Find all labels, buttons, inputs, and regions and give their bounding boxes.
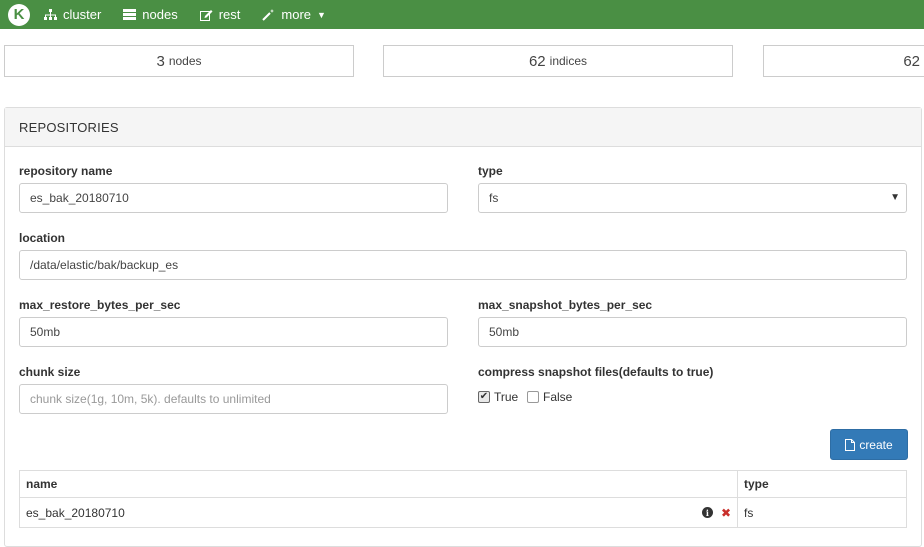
info-icon[interactable]: i — [701, 507, 713, 518]
stat-indices-value: 62 — [528, 52, 546, 70]
server-icon — [123, 9, 137, 20]
nav-more[interactable]: more ▼ — [262, 7, 326, 22]
table-row: es_bak_20180710 i ✖ fs — [19, 497, 907, 528]
location-input[interactable]: /data/elastic/bak/backup_es — [19, 250, 907, 280]
nav-rest-label: rest — [218, 7, 241, 22]
compress-false-option[interactable]: False — [527, 390, 572, 404]
stat-indices-unit: indices — [549, 54, 588, 68]
repositories-table: name type es_bak_20180710 i ✖ fs — [19, 470, 907, 528]
repo-name-input[interactable]: es_bak_20180710 — [19, 183, 448, 213]
checkbox-unchecked-icon[interactable] — [527, 391, 539, 403]
edit-icon — [199, 9, 213, 21]
nav-nodes[interactable]: nodes — [123, 7, 178, 22]
stat-indices: 62 indices — [383, 45, 733, 77]
repo-name-text: es_bak_20180710 — [26, 505, 125, 520]
select-arrow-icon: ▼ — [890, 192, 900, 203]
create-button[interactable]: create — [830, 429, 908, 460]
nav-cluster-label: cluster — [63, 7, 102, 22]
panel-title: REPOSITORIES — [5, 108, 921, 147]
checkbox-checked-icon[interactable]: ✔ — [478, 391, 490, 403]
compress-label: compress snapshot files(defaults to true… — [478, 365, 714, 379]
column-header-name[interactable]: name — [19, 470, 738, 498]
chunk-size-label: chunk size — [19, 365, 81, 379]
stat-nodes: 3 nodes — [4, 45, 354, 77]
repo-name-label: repository name — [19, 164, 113, 178]
column-header-type[interactable]: type — [737, 470, 907, 498]
type-label: type — [478, 164, 503, 178]
table-header-row: name type — [19, 470, 907, 498]
repo-type-cell: fs — [737, 497, 907, 528]
max-restore-input[interactable]: 50mb — [19, 317, 448, 347]
magic-wand-icon — [262, 8, 275, 21]
row-actions: i ✖ — [701, 506, 731, 520]
nav-nodes-label: nodes — [142, 7, 178, 22]
type-select[interactable]: fs ▼ — [478, 183, 907, 213]
cerebro-logo[interactable]: K — [8, 3, 30, 26]
chunk-size-input[interactable]: chunk size(1g, 10m, 5k). defaults to unl… — [19, 384, 448, 414]
compress-false-label: False — [543, 390, 573, 404]
nav-rest[interactable]: rest — [199, 7, 241, 22]
compress-true-option[interactable]: ✔ True — [478, 390, 518, 404]
type-select-value: fs — [489, 191, 499, 205]
nav-cluster[interactable]: cluster — [44, 7, 101, 22]
delete-icon[interactable]: ✖ — [721, 506, 731, 520]
stat-third-value: 62 — [903, 52, 920, 70]
stat-nodes-value: 3 — [156, 52, 165, 70]
repositories-panel: REPOSITORIES repository name es_bak_2018… — [4, 107, 922, 547]
sitemap-icon — [44, 8, 57, 21]
stat-third: 62 — [763, 45, 924, 77]
compress-true-label: True — [494, 390, 519, 404]
caret-down-icon: ▼ — [317, 9, 326, 20]
max-snapshot-input[interactable]: 50mb — [478, 317, 907, 347]
max-snapshot-label: max_snapshot_bytes_per_sec — [478, 298, 653, 312]
nav-more-label: more — [281, 7, 312, 22]
top-navbar: K cluster nodes rest more ▼ — [0, 0, 924, 29]
stat-nodes-unit: nodes — [168, 54, 202, 68]
location-label: location — [19, 231, 66, 245]
file-icon — [845, 438, 856, 451]
repo-name-cell: es_bak_20180710 i ✖ — [19, 497, 738, 528]
create-button-label: create — [859, 437, 893, 452]
max-restore-label: max_restore_bytes_per_sec — [19, 298, 181, 312]
